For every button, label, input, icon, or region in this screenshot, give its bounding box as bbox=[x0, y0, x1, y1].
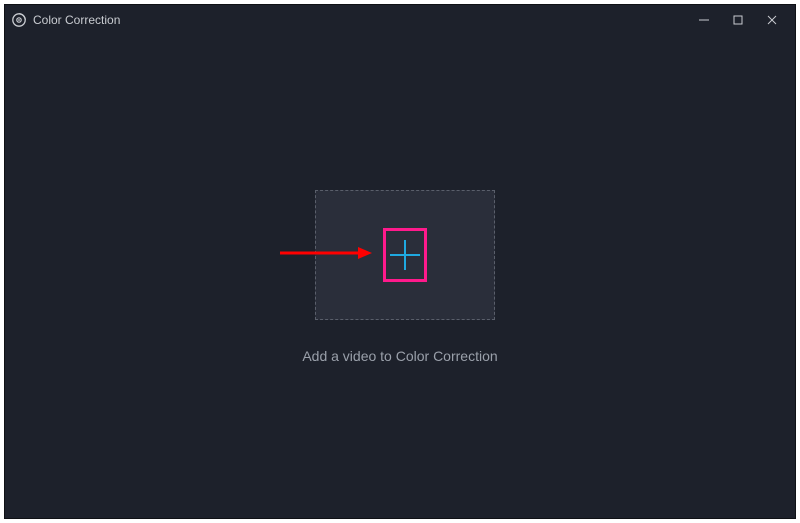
minimize-button[interactable] bbox=[687, 5, 721, 35]
maximize-button[interactable] bbox=[721, 5, 755, 35]
app-logo-icon bbox=[11, 12, 27, 28]
window-title: Color Correction bbox=[33, 13, 120, 27]
content-area: Add a video to Color Correction bbox=[5, 35, 795, 518]
close-button[interactable] bbox=[755, 5, 789, 35]
add-video-dropzone[interactable] bbox=[315, 190, 495, 320]
titlebar-left: Color Correction bbox=[11, 12, 120, 28]
dropzone-hint: Add a video to Color Correction bbox=[5, 348, 795, 364]
app-window: Color Correction bbox=[4, 4, 796, 519]
titlebar: Color Correction bbox=[5, 5, 795, 35]
plus-icon bbox=[387, 237, 423, 273]
window-controls bbox=[687, 5, 789, 35]
add-video-button[interactable] bbox=[383, 228, 427, 282]
